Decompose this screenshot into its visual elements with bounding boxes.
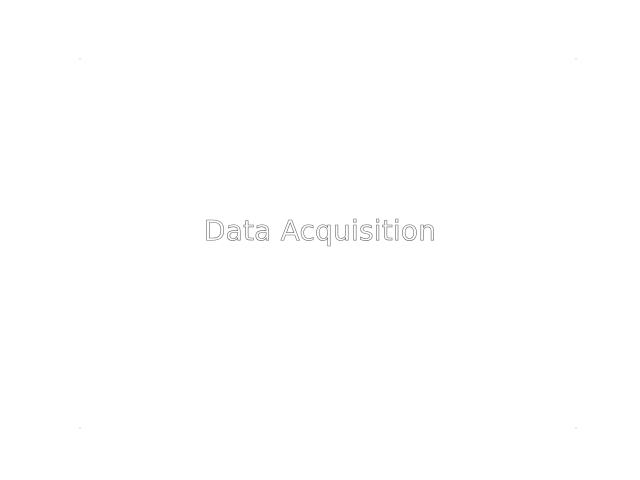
splash-screen: Data Acquisition: [0, 0, 640, 480]
corner-mark-top-right: [575, 58, 577, 60]
corner-mark-top-left: [79, 58, 81, 60]
corner-mark-bottom-right: [575, 427, 577, 429]
splash-title: Data Acquisition: [203, 214, 437, 248]
corner-mark-bottom-left: [79, 427, 81, 429]
